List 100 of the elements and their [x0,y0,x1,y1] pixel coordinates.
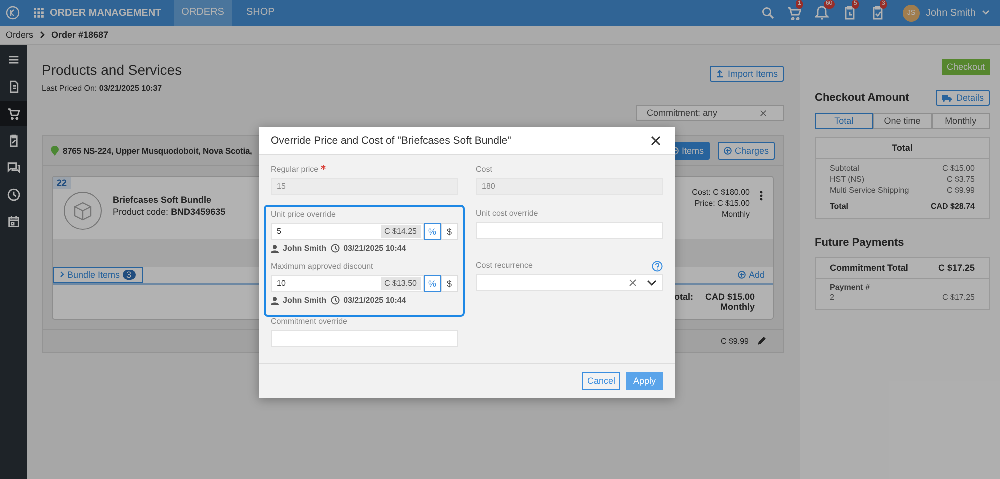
app-title: ORDER MANAGEMENT [50,8,162,18]
bell-icon[interactable] [814,6,829,20]
readonly-field: 15 [271,178,458,195]
apps-grid-icon[interactable] [34,8,44,18]
select-field[interactable] [476,274,663,291]
input-field[interactable]: 10 C $13.50 [271,275,424,292]
payment-value: C $17.25 [942,292,975,303]
last-priced-date: 03/21/2025 10:37 [99,84,162,93]
field-label: Unit cost override [476,209,538,220]
clock-icon [6,188,20,202]
nav-tab[interactable]: ORDERS [174,0,232,26]
field-label: Regular price [271,165,458,176]
checkout-button[interactable]: Checkout [942,59,990,75]
summary-label: Multi Service Shipping [830,185,910,196]
readonly-field: 180 [476,178,663,195]
price-label: Price: [694,199,716,208]
import-items-button[interactable]: Import Items [710,66,784,82]
product-name: Briefcases Soft Bundle [113,195,213,205]
clock-icon [330,296,340,305]
unit-toggle[interactable]: % [424,223,441,240]
summary-label: Subtotal [830,163,860,174]
bundle-items-tab[interactable]: Bundle Items 3 [53,267,143,283]
quantity-badge: 22 [53,177,72,189]
plus-circle-icon [738,271,746,279]
add-link[interactable]: Add [738,270,765,280]
summary-value: C $9.99 [946,185,975,196]
search-icon[interactable] [762,7,774,19]
sidebar-item[interactable] [0,101,27,126]
pencil-icon[interactable] [757,336,767,346]
chevron-down-icon[interactable] [647,280,657,286]
cost-label: Cost: [692,188,711,197]
input-field[interactable] [271,330,458,347]
amount-tab[interactable]: Monthly [932,113,990,129]
clipboard-icon[interactable] [842,6,857,20]
plus-circle-icon [724,146,732,154]
clear-icon[interactable] [629,278,637,286]
calendar-icon [6,214,20,228]
cart-icon[interactable] [786,6,801,20]
checklist-icon[interactable] [870,6,885,20]
unit-toggle[interactable]: $ [441,223,458,240]
summary-title: Total [816,138,989,159]
person-icon [271,296,279,304]
help-icon[interactable] [652,261,663,272]
summary-value: C $15.00 [942,163,975,174]
close-icon[interactable] [651,136,661,146]
commitment-total-label: Commitment Total [830,263,908,273]
field-label: Cost [476,165,492,176]
field-label: Commitment override [271,317,348,328]
upload-icon [716,70,724,78]
kebab-menu-icon[interactable] [760,191,763,201]
caret-icon[interactable] [982,10,990,16]
summary-label: HST (NS) [830,174,865,185]
nav-tab[interactable]: SHOP [238,0,283,26]
total-label: otal: [674,292,694,304]
unit-toggle[interactable]: % [424,275,441,292]
author-name: John Smith [283,296,327,305]
chat-icon [6,160,20,174]
summary-value: CAD $28.74 [930,201,975,212]
amount-tab[interactable]: Total [815,113,874,129]
total-recurrence: Monthly [720,302,755,312]
summary-label: Total [830,201,849,212]
input-field[interactable] [476,222,663,239]
details-button[interactable]: Details [936,90,990,106]
commitment-total-value: C $17.25 [938,263,975,273]
computed-price: C $13.50 [380,277,421,290]
cancel-button[interactable]: Cancel [582,372,620,390]
shipping-price: C $9.99 [720,336,749,346]
edit-time: 03/21/2025 10:44 [344,244,406,253]
commitment-filter[interactable]: Commitment: any [636,105,784,121]
page-title: Products and Services [42,62,182,78]
computed-price: C $14.25 [380,225,421,238]
author-name: John Smith [283,244,327,253]
payment-number-label: Payment # [830,283,872,292]
price-value: C $15.00 [718,199,750,208]
field-label: Cost recurrence [476,261,533,272]
recurrence-text: Monthly [720,209,750,220]
product-code: BND3459635 [171,207,226,217]
logo-icon[interactable] [6,6,20,20]
dialog-title: Override Price and Cost of "Briefcases Soft Bundle" [271,134,512,146]
add-button[interactable]: Charges [718,142,775,160]
amount-tab[interactable]: One time [873,113,932,129]
field-label: Maximum approved discount [271,262,374,273]
truck-icon [942,94,952,102]
user-name[interactable]: John Smith [926,8,976,18]
cart-icon [6,106,20,120]
clear-icon[interactable] [760,110,767,116]
breadcrumb-link[interactable]: Orders [6,30,34,40]
field-label: Unit price override [271,210,337,221]
payment-number: 2 [830,292,834,303]
chevron-right-icon [40,31,46,39]
total-value: CAD $15.00 [705,292,755,302]
location-pin-icon [51,146,59,156]
unit-toggle[interactable]: $ [441,275,458,292]
product-code-label: Product code: [113,207,169,217]
chevron-right-icon [60,271,65,278]
apply-button[interactable]: Apply [626,372,663,390]
person-icon [271,244,279,252]
input-field[interactable]: 5 C $14.25 [271,223,424,240]
checkout-amount-title: Checkout Amount [815,92,910,104]
last-priced-label: Last Priced On: [42,84,98,93]
